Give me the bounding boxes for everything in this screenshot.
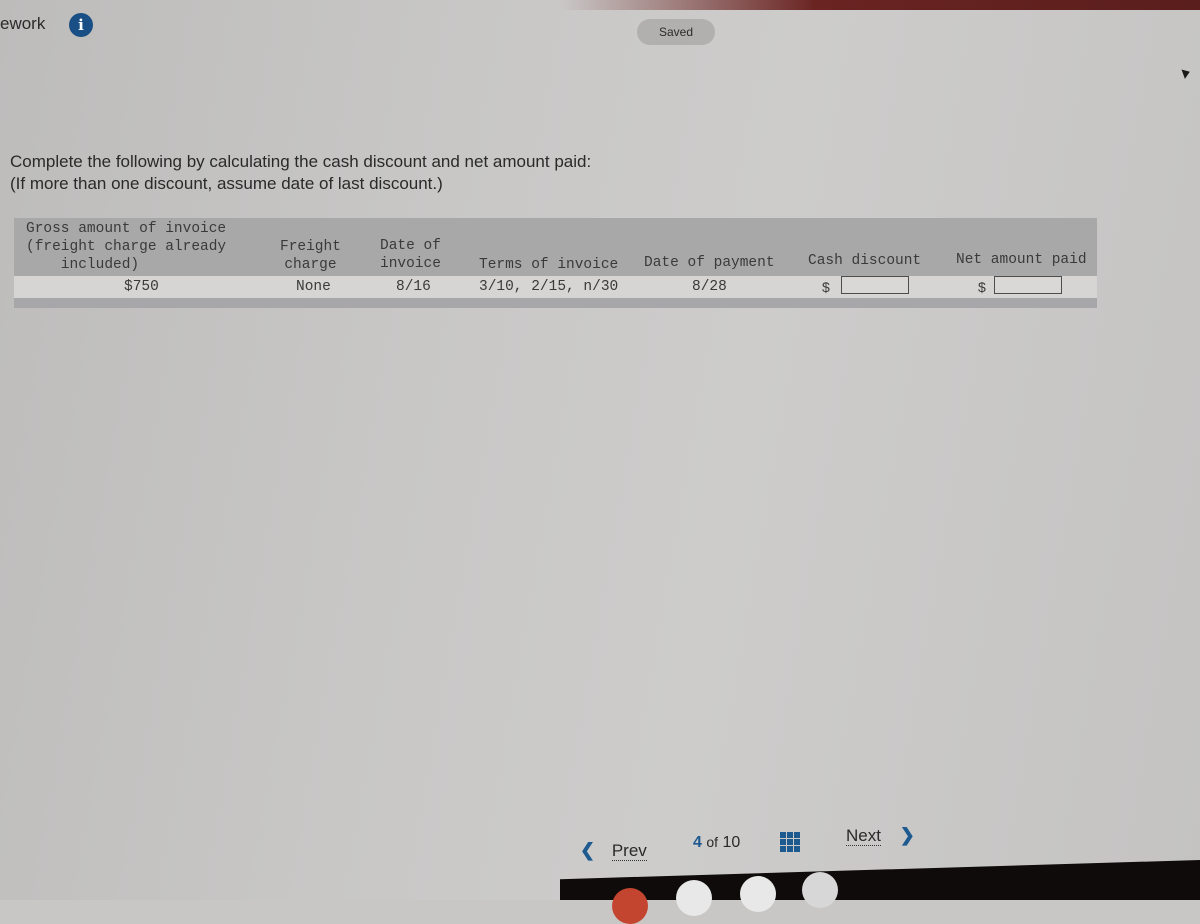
total-pages: 10 — [722, 834, 741, 851]
info-icon[interactable]: i — [69, 13, 93, 37]
header-cash-discount: Cash discount — [808, 253, 922, 269]
invoice-table: Gross amount of invoice (freight charge … — [14, 218, 1097, 308]
cell-date-of-payment: 8/28 — [692, 279, 727, 295]
play-store-icon[interactable] — [676, 880, 712, 916]
homework-page: ework i Saved Complete the following by … — [0, 0, 1200, 924]
question-instructions: Complete the following by calculating th… — [10, 151, 591, 195]
docs-app-icon[interactable] — [740, 876, 776, 912]
saved-status-badge: Saved — [637, 19, 715, 45]
net-amount-paid-input[interactable] — [994, 276, 1062, 294]
header-terms-of-invoice: Terms of invoice — [479, 257, 619, 273]
page-indicator: 4 of 10 — [693, 834, 740, 852]
window-top-edge — [560, 0, 1200, 10]
table-header-row: Gross amount of invoice (freight charge … — [14, 218, 1097, 276]
instructions-line-1: Complete the following by calculating th… — [10, 152, 592, 171]
table-bottom-bar — [14, 298, 1097, 308]
app-icon-red[interactable] — [612, 888, 648, 924]
next-button[interactable]: Next ❯ — [846, 825, 915, 846]
header-gross-amount: Gross amount of invoice (freight charge … — [26, 221, 227, 273]
cell-gross-amount: $750 — [124, 279, 159, 295]
current-page-number: 4 — [693, 834, 702, 851]
cash-discount-input[interactable] — [841, 276, 909, 294]
cell-terms-of-invoice: 3/10, 2/15, n/30 — [479, 279, 619, 295]
mouse-cursor-icon — [1181, 67, 1192, 79]
chevron-left-icon: ❮ — [580, 840, 596, 860]
cell-date-of-invoice: 8/16 — [396, 279, 431, 295]
next-label: Next — [846, 826, 881, 846]
net-amount-dollar-sign: $ — [978, 279, 986, 295]
header-net-amount-paid: Net amount paid — [956, 252, 1087, 268]
header-freight-charge: Freight charge — [280, 239, 341, 273]
header-date-of-payment: Date of payment — [644, 255, 775, 271]
prev-label: Prev — [611, 841, 647, 861]
page-header-title: ework — [0, 14, 46, 33]
cash-discount-dollar-sign: $ — [822, 279, 830, 295]
taskbar-dock — [560, 860, 1200, 900]
chevron-right-icon: ❯ — [899, 825, 915, 845]
grid-icon[interactable] — [780, 832, 800, 852]
of-label: of — [706, 834, 719, 850]
prev-button[interactable]: ❮ Prev — [580, 840, 647, 861]
header-date-of-invoice: Date of invoice — [380, 238, 441, 272]
instructions-line-2: (If more than one discount, assume date … — [10, 174, 443, 193]
youtube-app-icon[interactable] — [802, 872, 838, 908]
cell-freight-charge: None — [296, 279, 331, 295]
table-row: $750 None 8/16 3/10, 2/15, n/30 8/28 $ $ — [14, 276, 1097, 298]
